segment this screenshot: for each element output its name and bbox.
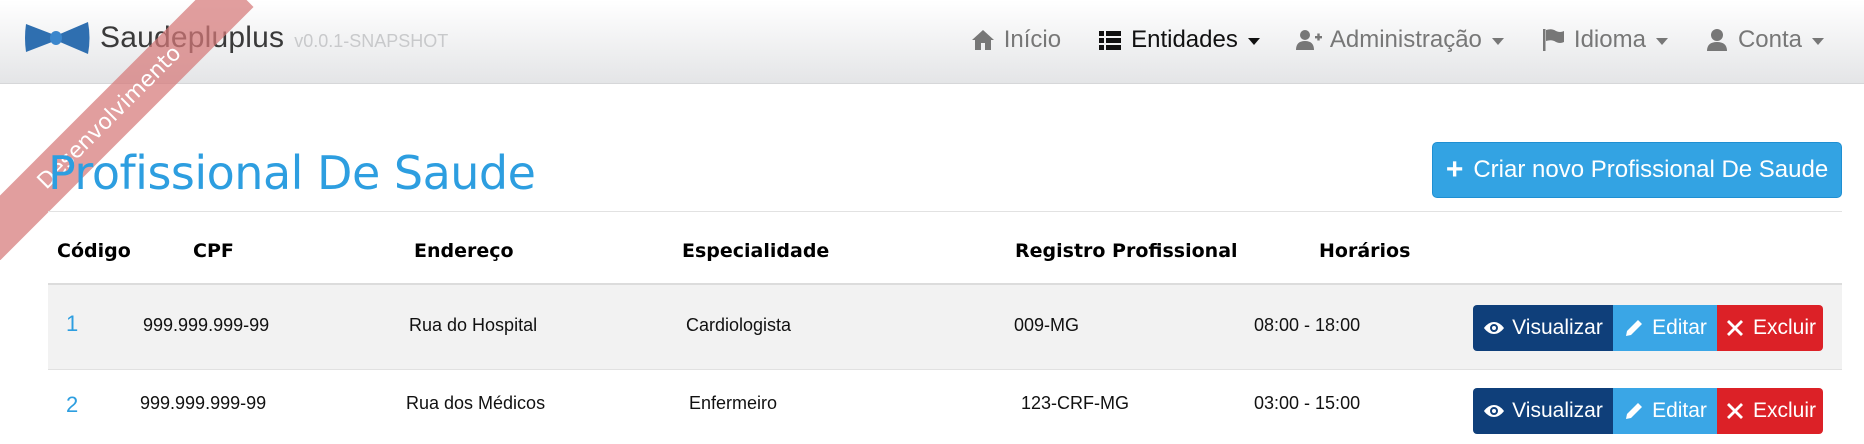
pencil-icon: [1626, 403, 1643, 419]
list-icon: [1099, 31, 1122, 50]
cell-endereco: Rua dos Médicos: [406, 393, 546, 413]
user-icon: [1706, 29, 1727, 51]
caret-down-icon: [1812, 37, 1824, 45]
brand[interactable]: Saudepluplus v0.0.1-SNAPSHOT: [22, 18, 448, 58]
cell-cpf: 999.999.999-99: [143, 315, 270, 335]
cell-codigo-link[interactable]: 1: [66, 311, 78, 337]
cell-codigo-link[interactable]: 2: [66, 392, 78, 418]
pencil-icon: [1626, 320, 1643, 336]
close-icon: [1726, 320, 1743, 336]
row-actions: Visualizar Editar Excluir: [1473, 388, 1823, 434]
plus-icon: +: [1445, 153, 1464, 186]
cell-registro: 009-MG: [1014, 315, 1080, 335]
header-divider: [48, 211, 1842, 212]
edit-button[interactable]: Editar: [1613, 388, 1717, 434]
main-nav: Início Entidades Administração Idioma Co…: [934, 0, 1864, 80]
caret-down-icon: [1655, 37, 1668, 45]
column-header-cpf[interactable]: CPF: [193, 240, 234, 262]
edit-button[interactable]: Editar: [1613, 305, 1717, 351]
delete-button[interactable]: Excluir: [1717, 305, 1823, 351]
nav-item-label: Idioma: [1573, 26, 1646, 53]
edit-button-label: Editar: [1652, 399, 1707, 422]
nav-item-label: Entidades: [1131, 26, 1238, 53]
caret-down-icon: [1491, 37, 1504, 45]
nav-item-label: Conta: [1737, 26, 1802, 53]
cell-horarios: 08:00 - 18:00: [1254, 315, 1361, 335]
row-actions: Visualizar Editar Excluir: [1473, 305, 1823, 351]
brand-name: Saudepluplus: [100, 21, 285, 54]
cell-cpf: 999.999.999-99: [140, 393, 267, 413]
edit-button-label: Editar: [1652, 316, 1707, 339]
cell-horarios: 03:00 - 15:00: [1254, 393, 1361, 413]
eye-icon: [1484, 322, 1505, 334]
nav-item-label: Início: [1003, 26, 1062, 53]
create-profissional-button[interactable]: + Criar novo Profissional De Saude: [1432, 142, 1842, 198]
view-button-label: Visualizar: [1512, 399, 1603, 422]
delete-button-label: Excluir: [1752, 399, 1816, 422]
eye-icon: [1484, 405, 1505, 417]
bowtie-logo-icon: [25, 22, 90, 54]
cell-especialidade: Enfermeiro: [689, 393, 778, 413]
close-icon: [1726, 403, 1743, 419]
nav-item-label: Administração: [1329, 26, 1482, 53]
column-header-endereco[interactable]: Endereço: [414, 240, 514, 262]
navbar: Saudepluplus v0.0.1-SNAPSHOT Início Enti…: [0, 0, 1864, 84]
caret-down-icon: [1247, 37, 1260, 45]
page-title: Profissional De Saude: [48, 146, 536, 200]
delete-button[interactable]: Excluir: [1717, 388, 1823, 434]
nav-item-idioma[interactable]: Idioma: [1540, 26, 1668, 54]
home-icon: [971, 30, 994, 50]
column-header-registro[interactable]: Registro Profissional: [1015, 240, 1238, 262]
nav-item-entidades[interactable]: Entidades: [1097, 26, 1260, 54]
cell-endereco: Rua do Hospital: [409, 315, 538, 335]
view-button[interactable]: Visualizar: [1473, 305, 1613, 351]
flag-icon: [1542, 29, 1564, 51]
nav-item-conta[interactable]: Conta: [1704, 26, 1824, 54]
cell-registro: 123-CRF-MG: [1021, 393, 1130, 413]
nav-item-inicio[interactable]: Início: [970, 26, 1061, 54]
view-button[interactable]: Visualizar: [1473, 388, 1613, 434]
column-header-horarios[interactable]: Horários: [1319, 240, 1410, 262]
cell-especialidade: Cardiologista: [686, 315, 792, 335]
create-button-label: Criar novo Profissional De Saude: [1473, 156, 1829, 183]
user-plus-icon: [1295, 30, 1322, 50]
column-header-codigo[interactable]: Código: [57, 240, 131, 262]
delete-button-label: Excluir: [1752, 316, 1816, 339]
column-header-especialidade[interactable]: Especialidade: [682, 240, 829, 262]
view-button-label: Visualizar: [1512, 316, 1603, 339]
nav-item-administracao[interactable]: Administração: [1295, 26, 1504, 54]
brand-version: v0.0.1-SNAPSHOT: [294, 30, 449, 51]
